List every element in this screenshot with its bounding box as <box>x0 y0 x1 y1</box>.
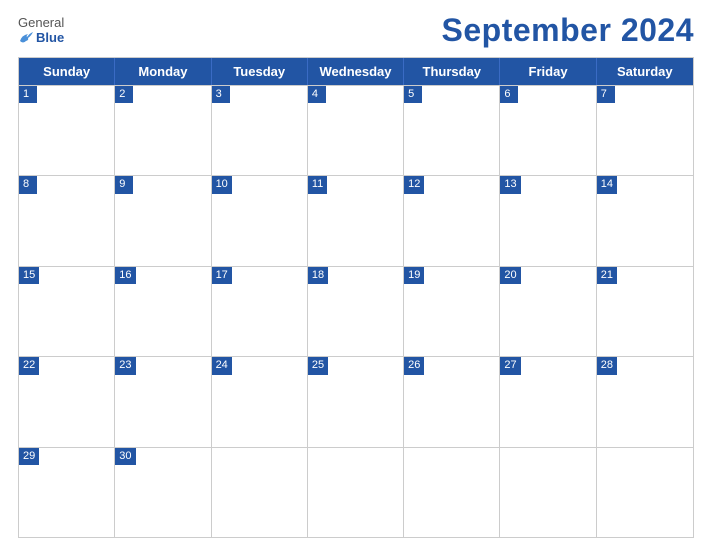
day-number: 27 <box>500 357 520 374</box>
day-cell-empty <box>404 448 500 537</box>
day-number: 16 <box>115 267 135 284</box>
day-number: 10 <box>212 176 232 193</box>
header-wednesday: Wednesday <box>308 58 404 85</box>
day-cell-13: 13 <box>500 176 596 265</box>
week-row-4: 22 23 24 25 26 27 28 <box>19 356 693 446</box>
header: General Blue September 2024 <box>18 12 694 49</box>
day-cell-30: 30 <box>115 448 211 537</box>
day-cell-14: 14 <box>597 176 693 265</box>
day-cell-27: 27 <box>500 357 596 446</box>
day-number: 29 <box>19 448 39 465</box>
week-row-3: 15 16 17 18 19 20 21 <box>19 266 693 356</box>
day-cell-16: 16 <box>115 267 211 356</box>
day-number: 7 <box>597 86 615 103</box>
day-number: 4 <box>308 86 326 103</box>
calendar-body: 1234567891011121314151617181920212223242… <box>19 85 693 537</box>
day-number: 6 <box>500 86 518 103</box>
day-number: 23 <box>115 357 135 374</box>
day-number: 26 <box>404 357 424 374</box>
day-number: 2 <box>115 86 133 103</box>
day-cell-22: 22 <box>19 357 115 446</box>
day-number: 19 <box>404 267 424 284</box>
day-cell-17: 17 <box>212 267 308 356</box>
day-cell-26: 26 <box>404 357 500 446</box>
day-cell-28: 28 <box>597 357 693 446</box>
day-number: 18 <box>308 267 328 284</box>
day-cell-5: 5 <box>404 86 500 175</box>
day-number: 22 <box>19 357 39 374</box>
calendar: Sunday Monday Tuesday Wednesday Thursday… <box>18 57 694 538</box>
day-number: 8 <box>19 176 37 193</box>
day-number: 24 <box>212 357 232 374</box>
day-cell-4: 4 <box>308 86 404 175</box>
day-cell-3: 3 <box>212 86 308 175</box>
day-cell-8: 8 <box>19 176 115 265</box>
day-number: 5 <box>404 86 422 103</box>
day-cell-empty <box>308 448 404 537</box>
day-cell-25: 25 <box>308 357 404 446</box>
day-number: 15 <box>19 267 39 284</box>
day-number: 30 <box>115 448 135 465</box>
day-number: 9 <box>115 176 133 193</box>
header-sunday: Sunday <box>19 58 115 85</box>
day-cell-18: 18 <box>308 267 404 356</box>
day-number: 14 <box>597 176 617 193</box>
logo-bird-icon <box>18 31 34 45</box>
header-monday: Monday <box>115 58 211 85</box>
day-cell-1: 1 <box>19 86 115 175</box>
day-cell-29: 29 <box>19 448 115 537</box>
day-cell-21: 21 <box>597 267 693 356</box>
logo: General Blue <box>18 16 64 45</box>
day-number: 25 <box>308 357 328 374</box>
day-number: 28 <box>597 357 617 374</box>
day-number: 12 <box>404 176 424 193</box>
day-number: 20 <box>500 267 520 284</box>
logo-blue: Blue <box>18 31 64 45</box>
day-cell-24: 24 <box>212 357 308 446</box>
week-row-2: 8 9 10 11 12 13 14 <box>19 175 693 265</box>
calendar-page: General Blue September 2024 Sunday Monda… <box>0 0 712 550</box>
month-title: September 2024 <box>442 12 694 49</box>
week-row-1: 1 2 3 4 5 6 7 <box>19 85 693 175</box>
day-number: 21 <box>597 267 617 284</box>
day-number: 17 <box>212 267 232 284</box>
day-number: 11 <box>308 176 327 193</box>
day-cell-6: 6 <box>500 86 596 175</box>
day-cell-12: 12 <box>404 176 500 265</box>
day-headers: Sunday Monday Tuesday Wednesday Thursday… <box>19 58 693 85</box>
day-cell-10: 10 <box>212 176 308 265</box>
day-cell-2: 2 <box>115 86 211 175</box>
day-cell-11: 11 <box>308 176 404 265</box>
day-cell-23: 23 <box>115 357 211 446</box>
week-row-5: 29 30 <box>19 447 693 537</box>
day-cell-19: 19 <box>404 267 500 356</box>
day-number: 13 <box>500 176 520 193</box>
day-cell-empty <box>212 448 308 537</box>
day-cell-7: 7 <box>597 86 693 175</box>
header-saturday: Saturday <box>597 58 693 85</box>
day-cell-20: 20 <box>500 267 596 356</box>
day-cell-empty <box>500 448 596 537</box>
header-tuesday: Tuesday <box>212 58 308 85</box>
day-cell-empty <box>597 448 693 537</box>
day-cell-9: 9 <box>115 176 211 265</box>
logo-general: General <box>18 16 64 30</box>
day-number: 3 <box>212 86 230 103</box>
header-thursday: Thursday <box>404 58 500 85</box>
day-number: 1 <box>19 86 37 103</box>
header-friday: Friday <box>500 58 596 85</box>
day-cell-15: 15 <box>19 267 115 356</box>
